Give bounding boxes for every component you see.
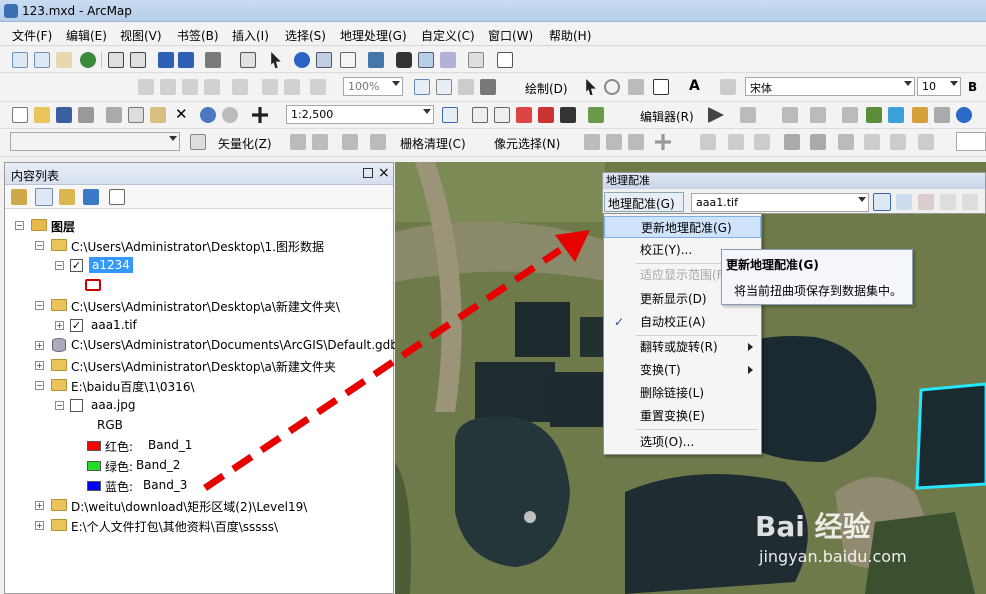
menu-delete-links[interactable]: 删除链接(L) — [604, 382, 761, 404]
watermark-url: jingyan.baidu.com — [759, 547, 907, 566]
tooltip: 更新地理配准(G) 将当前扭曲项保存到数据集中。 — [721, 249, 913, 305]
baidu-jingyan-watermark: Bai 经验 jingyan.baidu.com — [755, 505, 986, 575]
georeferencing-toolbar: 地理配准 地理配准(G) aaa1.tif — [602, 172, 986, 214]
auto-adjust-icon[interactable] — [896, 194, 912, 210]
menu-item-label: 适应显示范围(F) — [640, 268, 729, 282]
menu-item-label: 删除链接(L) — [640, 386, 705, 400]
menu-item-label: 校正(Y)... — [640, 243, 693, 257]
menu-transformation[interactable]: 变换(T) — [604, 359, 761, 381]
add-control-points-icon[interactable] — [873, 193, 891, 211]
submenu-arrow-icon — [748, 366, 753, 374]
check-icon: ✓ — [614, 315, 625, 329]
menu-item-label: 更新地理配准(G) — [641, 221, 732, 235]
georef-toolbar-title: 地理配准 — [603, 173, 985, 189]
menu-reset-transformation[interactable]: 重置变换(E) — [604, 405, 761, 427]
georef-menu-label: 地理配准(G) — [608, 197, 675, 211]
menu-auto-adjust[interactable]: ✓ 自动校正(A) — [604, 311, 761, 333]
zoom-to-link-icon[interactable] — [940, 194, 956, 210]
georef-layer-value: aaa1.tif — [696, 196, 738, 209]
menu-item-label: 更新显示(D) — [640, 292, 707, 306]
menu-item-label: 变换(T) — [640, 363, 681, 377]
menu-options[interactable]: 选项(O)... — [604, 431, 761, 453]
tooltip-title: 更新地理配准(G) — [726, 258, 819, 272]
menu-item-label: 翻转或旋转(R) — [640, 340, 718, 354]
georeferencing-menu-button[interactable]: 地理配准(G) — [604, 192, 684, 212]
menu-update-georeferencing[interactable]: 更新地理配准(G) — [604, 216, 761, 238]
menu-item-label: 选项(O)... — [640, 435, 695, 449]
georef-layer-field[interactable]: aaa1.tif — [691, 193, 869, 212]
tooltip-body: 将当前扭曲项保存到数据集中。 — [734, 284, 903, 298]
menu-item-label: 重置变换(E) — [640, 409, 705, 423]
watermark-brand: Bai 经验 — [755, 510, 871, 543]
delete-link-icon[interactable] — [962, 194, 978, 210]
submenu-arrow-icon — [748, 343, 753, 351]
menu-item-label: 自动校正(A) — [640, 315, 706, 329]
select-link-icon[interactable] — [918, 194, 934, 210]
menu-flip-rotate[interactable]: 翻转或旋转(R) — [604, 336, 761, 358]
